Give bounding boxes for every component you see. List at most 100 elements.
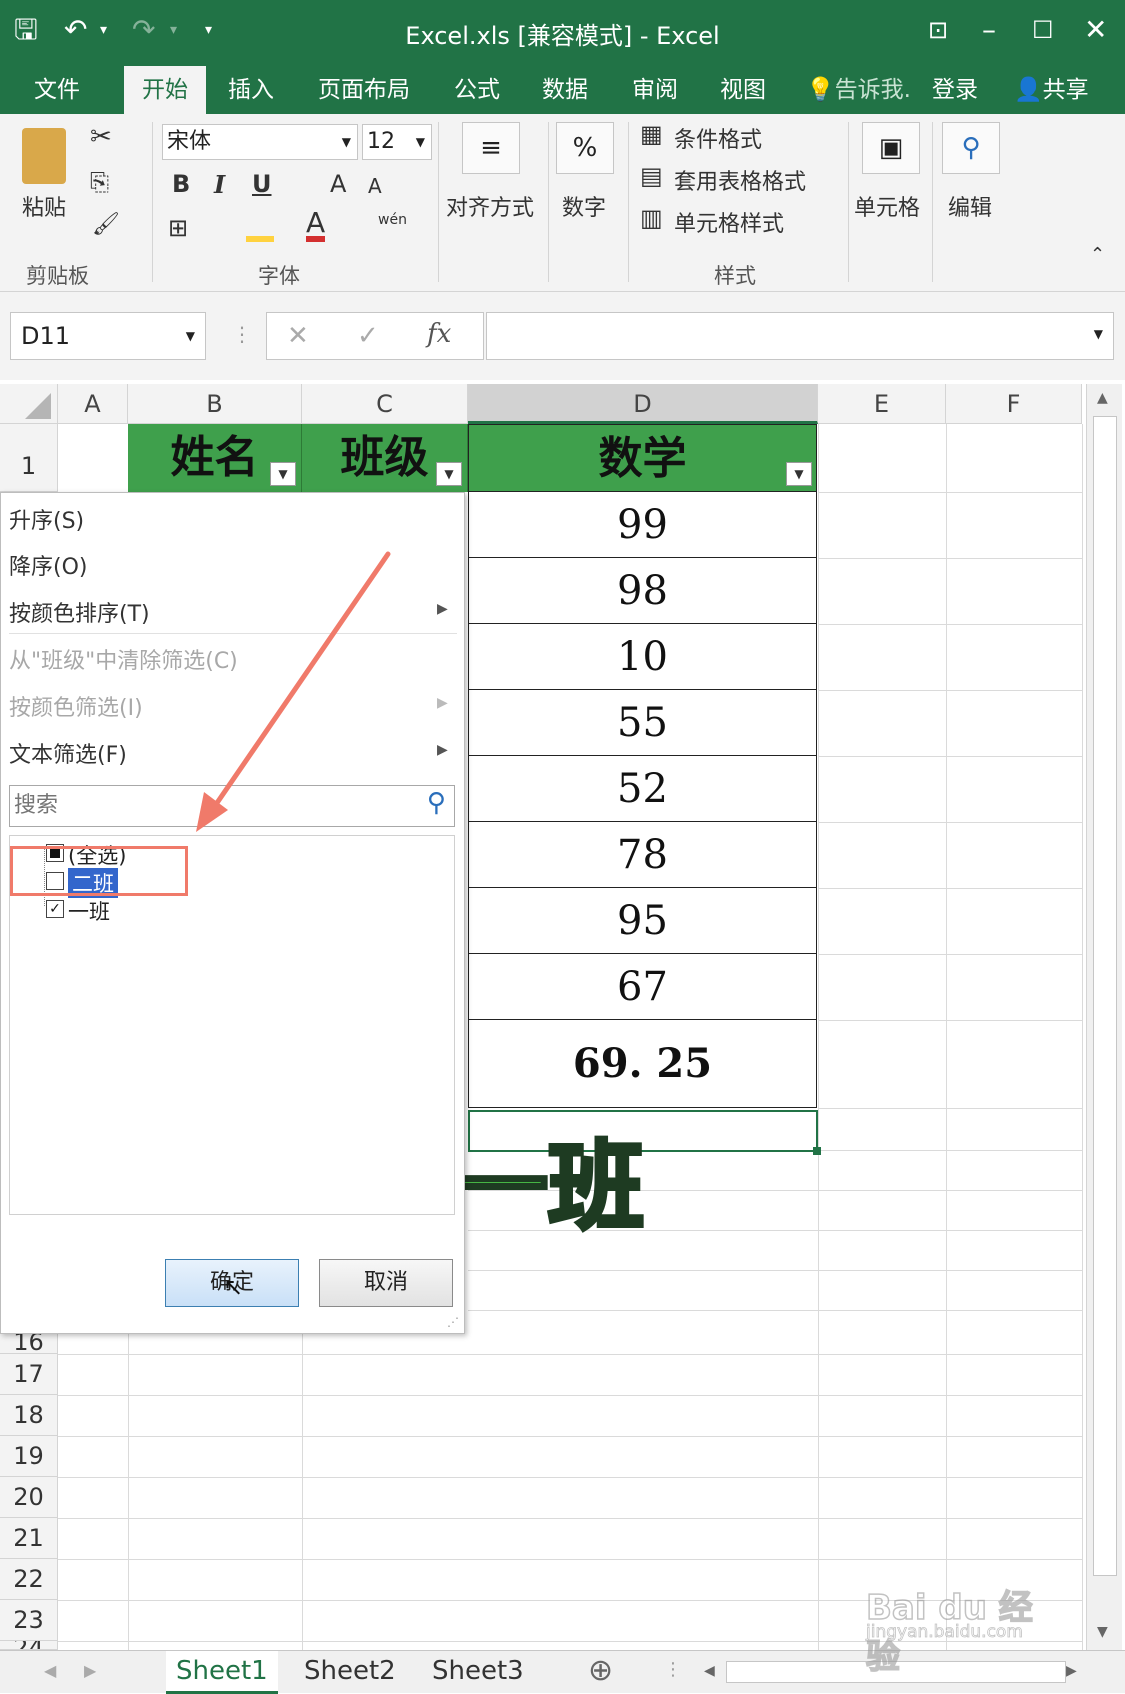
row-header-18[interactable]: 18 bbox=[0, 1395, 58, 1436]
number-format-icon[interactable]: % bbox=[556, 122, 614, 174]
next-sheet-icon[interactable]: ▶ bbox=[84, 1661, 96, 1680]
decrease-font-button[interactable]: A bbox=[368, 174, 382, 198]
cell-styles-icon[interactable]: ▥ bbox=[640, 204, 663, 232]
share-button[interactable]: 👤共享 bbox=[1000, 66, 1103, 114]
sort-by-color-item[interactable]: 按颜色排序(T) bbox=[9, 596, 150, 628]
bold-button[interactable]: B bbox=[172, 170, 190, 198]
row-header-17[interactable]: 17 bbox=[0, 1354, 58, 1395]
column-header-d[interactable]: D bbox=[468, 384, 818, 424]
column-header-c[interactable]: C bbox=[302, 384, 468, 424]
header-cell-math[interactable]: 数学 bbox=[468, 424, 817, 492]
number-button[interactable]: 数字 bbox=[562, 190, 606, 222]
column-header-a[interactable]: A bbox=[58, 384, 128, 424]
filter-dropdown-class[interactable]: ▼ bbox=[436, 462, 462, 486]
tab-data[interactable]: 数据 bbox=[528, 66, 602, 114]
paste-icon[interactable] bbox=[22, 128, 66, 184]
search-icon[interactable]: ⚲ bbox=[942, 122, 1000, 174]
row-header-1[interactable]: 1 bbox=[0, 424, 58, 492]
column-header-b[interactable]: B bbox=[128, 384, 302, 424]
fill-handle[interactable] bbox=[813, 1147, 821, 1155]
tab-view[interactable]: 视图 bbox=[706, 66, 780, 114]
fill-color-icon[interactable] bbox=[246, 214, 274, 242]
cell-styles-button[interactable]: 单元格样式 bbox=[674, 206, 784, 238]
font-name-select[interactable]: 宋体 ▼ bbox=[162, 124, 358, 160]
format-painter-icon[interactable]: 🖌 bbox=[92, 212, 120, 237]
math-cell[interactable]: 95 bbox=[468, 888, 817, 954]
font-size-select[interactable]: 12 ▼ bbox=[362, 124, 432, 160]
conditional-format-button[interactable]: 条件格式 bbox=[674, 122, 762, 154]
math-cell[interactable]: 67 bbox=[468, 954, 817, 1020]
resize-grip-icon[interactable]: ⋰ bbox=[447, 1315, 459, 1329]
tab-home[interactable]: 开始 bbox=[124, 66, 206, 114]
column-header-e[interactable]: E bbox=[818, 384, 946, 424]
tell-me-box[interactable]: 💡告诉我. bbox=[792, 66, 925, 114]
minimize-icon[interactable]: – bbox=[982, 10, 996, 50]
row-header-23[interactable]: 23 bbox=[0, 1600, 58, 1641]
scroll-right-icon[interactable]: ▶ bbox=[1066, 1663, 1077, 1679]
sign-in-link[interactable]: 登录 bbox=[918, 66, 992, 114]
math-average-cell[interactable]: 69. 25 bbox=[468, 1020, 817, 1108]
font-color-icon[interactable]: A bbox=[306, 209, 326, 242]
sort-ascending-item[interactable]: 升序(S) bbox=[9, 503, 84, 535]
name-box[interactable]: D11 ▼ bbox=[10, 312, 206, 360]
math-cell[interactable]: 98 bbox=[468, 558, 817, 624]
filter-dropdown-math[interactable]: ▼ bbox=[786, 462, 812, 486]
row-header-24[interactable]: 24 bbox=[0, 1641, 58, 1650]
math-cell[interactable]: 99 bbox=[468, 492, 817, 558]
format-as-table-icon[interactable]: ▤ bbox=[640, 162, 663, 190]
prev-sheet-icon[interactable]: ◀ bbox=[44, 1661, 56, 1680]
tab-page-layout[interactable]: 页面布局 bbox=[304, 66, 424, 114]
phonetic-icon[interactable]: wén bbox=[378, 212, 407, 228]
tab-formulas[interactable]: 公式 bbox=[440, 66, 514, 114]
tab-insert[interactable]: 插入 bbox=[214, 66, 288, 114]
sheet-tab-sheet3[interactable]: Sheet3 bbox=[422, 1651, 534, 1694]
tab-review[interactable]: 审阅 bbox=[618, 66, 692, 114]
formula-input[interactable]: ▼ bbox=[486, 312, 1114, 360]
cut-icon[interactable]: ✂ bbox=[90, 122, 112, 152]
underline-button[interactable]: U bbox=[252, 170, 272, 198]
vertical-scrollbar[interactable]: ▲ ▼ bbox=[1086, 384, 1122, 1650]
scrollbar-thumb[interactable] bbox=[1093, 416, 1117, 1576]
sheet-tab-sheet2[interactable]: Sheet2 bbox=[294, 1651, 406, 1694]
conditional-format-icon[interactable]: ▦ bbox=[640, 120, 663, 148]
editing-button[interactable]: 编辑 bbox=[948, 190, 992, 222]
add-sheet-icon[interactable]: ⊕ bbox=[588, 1653, 613, 1688]
math-cell[interactable]: 10 bbox=[468, 624, 817, 690]
scroll-left-icon[interactable]: ◀ bbox=[704, 1663, 715, 1679]
row-header-20[interactable]: 20 bbox=[0, 1477, 58, 1518]
math-cell[interactable]: 52 bbox=[468, 756, 817, 822]
row-header-22[interactable]: 22 bbox=[0, 1559, 58, 1600]
row-header-19[interactable]: 19 bbox=[0, 1436, 58, 1477]
alignment-icon[interactable]: ≡ bbox=[462, 122, 520, 174]
sort-descending-item[interactable]: 降序(O) bbox=[9, 549, 87, 581]
math-cell[interactable]: 78 bbox=[468, 822, 817, 888]
cells-button[interactable]: 单元格 bbox=[854, 190, 920, 222]
class-one-label[interactable]: 一班 bbox=[68, 896, 110, 926]
cells-icon[interactable]: ▣ bbox=[862, 122, 920, 174]
row-header-21[interactable]: 21 bbox=[0, 1518, 58, 1559]
copy-icon[interactable]: ⎘ bbox=[90, 168, 109, 196]
paste-button[interactable]: 粘贴 bbox=[22, 190, 66, 222]
row-header-16[interactable]: 16 bbox=[0, 1334, 58, 1354]
insert-function-button[interactable]: fx bbox=[427, 319, 451, 349]
italic-button[interactable]: I bbox=[214, 170, 225, 199]
borders-icon[interactable]: ⊞ bbox=[168, 214, 188, 242]
collapse-ribbon-icon[interactable]: ⌃ bbox=[1090, 244, 1105, 265]
select-all-corner[interactable] bbox=[0, 384, 58, 424]
scroll-down-icon[interactable]: ▼ bbox=[1097, 1624, 1108, 1640]
column-header-f[interactable]: F bbox=[946, 384, 1082, 424]
increase-font-button[interactable]: A bbox=[330, 170, 346, 198]
tab-file[interactable]: 文件 bbox=[20, 66, 94, 114]
class-one-checkbox[interactable]: ✓ bbox=[46, 900, 64, 918]
ribbon-display-icon[interactable]: ⊡ bbox=[928, 10, 948, 50]
math-cell[interactable]: 55 bbox=[468, 690, 817, 756]
alignment-button[interactable]: 对齐方式 bbox=[446, 190, 534, 222]
close-icon[interactable]: ✕ bbox=[1084, 10, 1107, 50]
text-filter-item[interactable]: 文本筛选(F) bbox=[9, 737, 127, 769]
sheet-tab-sheet1[interactable]: Sheet1 bbox=[166, 1651, 278, 1694]
scroll-up-icon[interactable]: ▲ bbox=[1097, 390, 1108, 406]
maximize-icon[interactable]: ☐ bbox=[1032, 10, 1054, 50]
filter-dropdown-name[interactable]: ▼ bbox=[270, 462, 296, 486]
format-as-table-button[interactable]: 套用表格格式 bbox=[674, 164, 806, 196]
cancel-button[interactable]: 取消 bbox=[319, 1259, 453, 1307]
